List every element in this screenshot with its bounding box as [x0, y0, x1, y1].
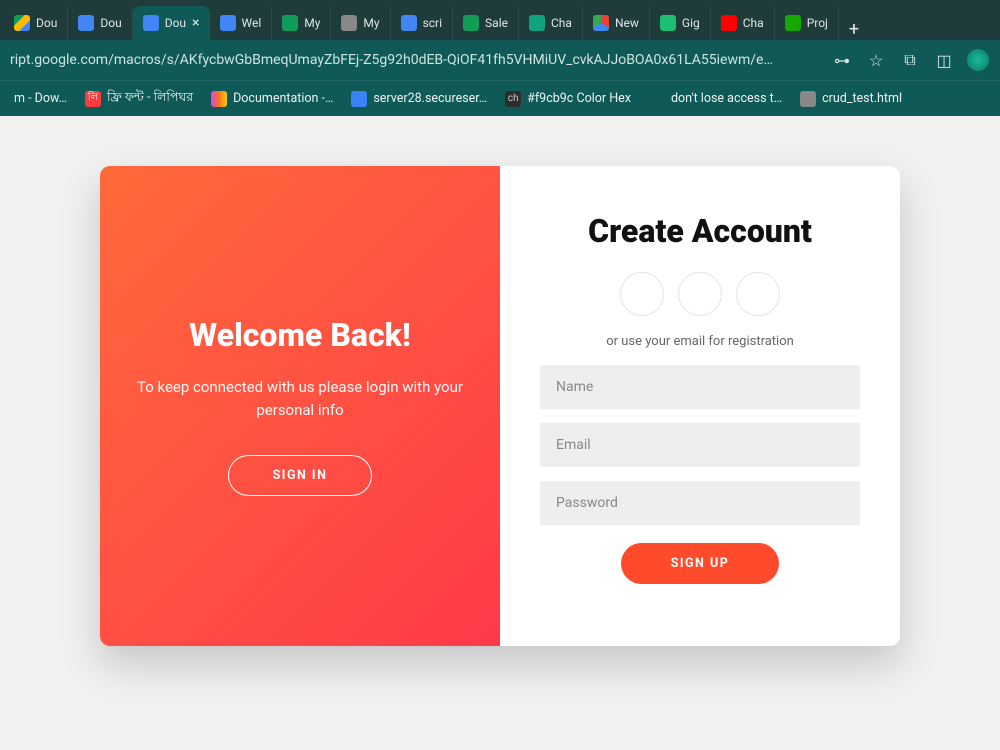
page-viewport: Welcome Back! To keep connected with us … — [0, 116, 1000, 750]
bookmark-label: crud_test.html — [822, 91, 902, 106]
sheets-icon — [282, 15, 298, 31]
docs-icon — [211, 91, 227, 107]
bookmark-label: #f9cb9c Color Hex — [527, 91, 631, 106]
bookmark-item[interactable]: crud_test.html — [800, 91, 902, 107]
password-field[interactable] — [540, 481, 860, 525]
browser-tab[interactable]: scri — [391, 6, 453, 40]
social-login-facebook[interactable] — [620, 272, 664, 316]
social-login-row — [620, 272, 780, 316]
url-text[interactable]: ript.google.com/macros/s/AKfycbwGbBmeqUm… — [10, 52, 820, 68]
extensions-icon[interactable]: ⧉ — [898, 48, 922, 72]
new-tab-button[interactable]: + — [839, 19, 869, 40]
auth-card: Welcome Back! To keep connected with us … — [100, 166, 900, 646]
bookmark-item[interactable]: Documentation -… — [211, 91, 333, 107]
tab-title: New — [615, 16, 639, 30]
bookmark-item[interactable]: m - Dow… — [14, 91, 67, 106]
bookmark-item[interactable]: server28.secureser… — [351, 91, 487, 107]
globe-icon — [800, 91, 816, 107]
close-tab-icon[interactable]: × — [192, 15, 199, 31]
welcome-heading: Welcome Back! — [189, 316, 410, 354]
welcome-panel: Welcome Back! To keep connected with us … — [100, 166, 500, 646]
fiverr-icon — [660, 15, 676, 31]
apps-script-icon — [78, 15, 94, 31]
bookmark-item[interactable]: লি ফ্রি ফন্ট - লিপিঘর — [85, 89, 193, 109]
browser-tab-strip: Dou Dou Dou × Wel My My scri Sale Cha Ne… — [0, 0, 1000, 40]
browser-tab[interactable]: New — [583, 6, 650, 40]
tab-title: Cha — [551, 16, 572, 30]
signup-panel: Create Account or use your email for reg… — [500, 166, 900, 646]
server-icon — [351, 91, 367, 107]
social-login-linkedin[interactable] — [736, 272, 780, 316]
password-key-icon[interactable]: ⊶ — [830, 48, 854, 72]
star-bookmark-icon[interactable]: ☆ — [864, 48, 888, 72]
apps-script-icon — [143, 15, 159, 31]
browser-tab[interactable]: Dou — [68, 6, 132, 40]
bookmark-label: Documentation -… — [233, 91, 333, 106]
name-field[interactable] — [540, 365, 860, 409]
tab-title: My — [304, 16, 320, 30]
sheets-icon — [463, 15, 479, 31]
browser-tab[interactable]: Cha — [519, 6, 583, 40]
upwork-icon — [785, 15, 801, 31]
browser-tab[interactable]: Dou — [4, 6, 68, 40]
youtube-icon — [721, 15, 737, 31]
bookmark-label: m - Dow… — [14, 91, 67, 106]
bookmarks-bar: m - Dow… লি ফ্রি ফন্ট - লিপিঘর Documenta… — [0, 80, 1000, 116]
tab-title: Wel — [242, 16, 262, 30]
browser-tab[interactable]: Proj — [775, 6, 839, 40]
tab-title: Cha — [743, 16, 764, 30]
signup-subtext: or use your email for registration — [606, 334, 794, 349]
bookmark-label: ফ্রি ফন্ট - লিপিঘর — [107, 89, 193, 109]
tab-title: Sale — [485, 16, 508, 30]
bookmark-item[interactable]: ch #f9cb9c Color Hex — [505, 91, 631, 107]
browser-tab[interactable]: My — [272, 6, 331, 40]
tab-title: My — [363, 16, 379, 30]
globe-icon — [341, 15, 357, 31]
welcome-subtext: To keep connected with us please login w… — [130, 376, 470, 421]
tab-title: Dou — [36, 16, 57, 30]
browser-tab[interactable]: My — [331, 6, 390, 40]
signup-heading: Create Account — [588, 212, 812, 250]
tab-title: scri — [423, 16, 442, 30]
apps-script-icon — [401, 15, 417, 31]
browser-tab-active[interactable]: Dou × — [133, 6, 210, 40]
bookmark-label: server28.secureser… — [373, 91, 487, 106]
browser-tab[interactable]: Gig — [650, 6, 711, 40]
browser-tab[interactable]: Wel — [210, 6, 273, 40]
microsoft-icon — [649, 91, 665, 107]
side-panel-icon[interactable]: ◫ — [932, 48, 956, 72]
docs-icon — [220, 15, 236, 31]
drive-icon — [14, 15, 30, 31]
tab-title: Proj — [807, 16, 828, 30]
lipighor-icon: লি — [85, 91, 101, 107]
social-login-google[interactable] — [678, 272, 722, 316]
sign-up-button[interactable]: SIGN UP — [621, 543, 780, 584]
grammarly-icon[interactable] — [966, 48, 990, 72]
browser-tab[interactable]: Cha — [711, 6, 775, 40]
tab-title: Dou — [100, 16, 121, 30]
tab-title: Dou — [165, 16, 186, 30]
sign-in-button[interactable]: SIGN IN — [228, 455, 373, 496]
chrome-icon — [593, 15, 609, 31]
bookmark-item[interactable]: don't lose access t… — [649, 91, 782, 107]
colorhex-icon: ch — [505, 91, 521, 107]
email-field[interactable] — [540, 423, 860, 467]
address-bar: ript.google.com/macros/s/AKfycbwGbBmeqUm… — [0, 40, 1000, 80]
bookmark-label: don't lose access t… — [671, 91, 782, 106]
tab-title: Gig — [682, 16, 700, 30]
browser-tab[interactable]: Sale — [453, 6, 519, 40]
chatgpt-icon — [529, 15, 545, 31]
